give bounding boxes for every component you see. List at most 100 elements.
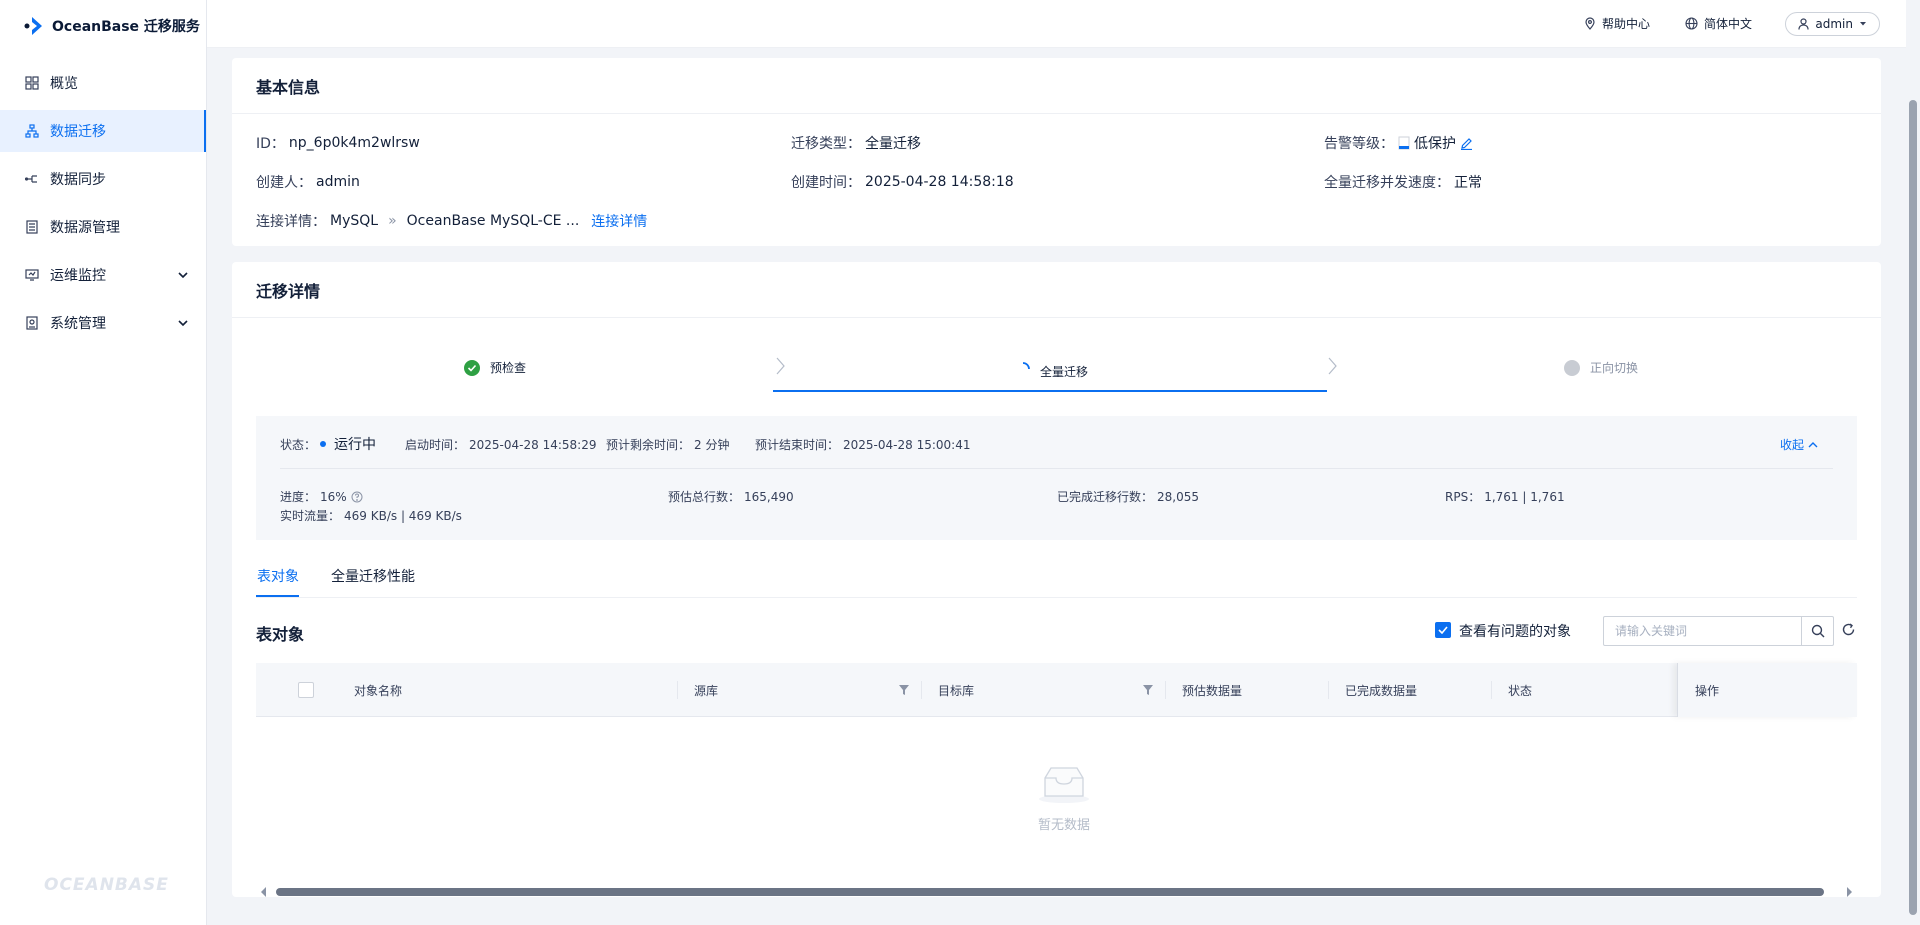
column-completed-data[interactable]: 已完成数据量 [1345, 682, 1417, 699]
step-precheck[interactable]: 预检查 [464, 359, 526, 376]
empty-state: 暂无数据 [1034, 764, 1094, 833]
source-db: MySQL [330, 213, 379, 229]
column-actions: 操作 [1695, 684, 1720, 698]
sidebar-item-label: 概览 [50, 76, 78, 92]
table-objects-title: 表对象 [256, 625, 305, 644]
monitor-icon [24, 267, 40, 283]
user-menu-button[interactable]: admin [1785, 12, 1880, 36]
task-id: ID： np_6p0k4m2wlrsw [256, 135, 420, 152]
chevron-right-icon [1328, 357, 1337, 375]
check-circle-icon [464, 359, 480, 376]
sidebar-item-datasource[interactable]: 数据源管理 [0, 206, 206, 248]
check-icon [1438, 626, 1448, 634]
column-estimated-data[interactable]: 预估数据量 [1182, 682, 1242, 699]
top-header: 帮助中心 简体中文 admin [207, 0, 1920, 48]
active-step-indicator [773, 390, 1327, 392]
sidebar-item-label: 系统管理 [50, 316, 106, 332]
column-object-name[interactable]: 对象名称 [354, 682, 402, 699]
problem-objects-label[interactable]: 查看有问题的对象 [1459, 621, 1571, 641]
problem-objects-checkbox[interactable] [1435, 622, 1451, 638]
empty-inbox-icon [1039, 767, 1089, 803]
connection-details-link[interactable]: 连接详情 [591, 211, 647, 231]
caret-down-icon [1860, 22, 1866, 26]
user-name: admin [1815, 17, 1853, 31]
app-logo[interactable]: OceanBase 迁移服务 [0, 0, 206, 52]
concurrency-speed: 全量迁移并发速度： 正常 [1324, 175, 1482, 191]
database-icon [24, 219, 40, 235]
search-button[interactable] [1801, 617, 1833, 645]
run-status: 状态： 运行中 [280, 437, 377, 453]
filter-icon[interactable] [898, 684, 910, 696]
grid-icon [24, 75, 40, 91]
horizontal-scrollbar[interactable] [256, 884, 1857, 898]
sidebar-item-data-migration[interactable]: 数据迁移 [0, 110, 206, 152]
arrow-icon: » [388, 213, 397, 229]
sidebar-item-ops-monitor[interactable]: 运维监控 [0, 254, 206, 296]
alert-level-icon [1398, 136, 1410, 150]
logo-icon [24, 17, 42, 35]
column-target-db[interactable]: 目标库 [938, 682, 974, 699]
tabs-divider [256, 597, 1857, 598]
column-source-db[interactable]: 源库 [694, 682, 718, 699]
scroll-left-icon[interactable] [260, 887, 268, 897]
status-panel: 状态： 运行中 启动时间： 2025-04-28 14:58:29 预计剩余时间：… [256, 416, 1857, 540]
filter-icon[interactable] [1142, 684, 1154, 696]
empty-text: 暂无数据 [1037, 818, 1090, 833]
refresh-button[interactable] [1841, 622, 1856, 641]
sidebar-item-overview[interactable]: 概览 [0, 62, 206, 104]
active-tab-indicator [256, 595, 299, 597]
sidebar-item-system[interactable]: 系统管理 [0, 302, 206, 344]
column-divider [677, 681, 678, 699]
migration-details-title: 迁移详情 [232, 262, 1881, 318]
brand-watermark: OCEANBASE [44, 875, 169, 895]
help-icon[interactable] [351, 491, 363, 503]
connection-details: 连接详情： MySQL » OceanBase MySQL-CE ... 连接详… [256, 211, 648, 231]
remaining-time: 预计剩余时间： 2 分钟 [606, 438, 730, 452]
chevron-right-icon [776, 357, 785, 375]
table-header: 对象名称 源库 目标库 预估数据量 已完成数据量 状态 操作 [256, 663, 1857, 717]
scroll-right-icon[interactable] [1845, 887, 1853, 897]
help-center-link[interactable]: 帮助中心 [1584, 15, 1650, 32]
tab-table-objects[interactable]: 表对象 [257, 566, 299, 586]
progress: 进度： 16% [280, 488, 363, 505]
column-divider [1165, 681, 1166, 699]
collapse-button[interactable]: 收起 [1780, 436, 1818, 453]
realtime-traffic: 实时流量： 469 KB/s | 469 KB/s [280, 508, 462, 524]
vertical-scroll-thumb[interactable] [1909, 100, 1917, 915]
step-forward-switch[interactable]: 正向切换 [1564, 359, 1638, 376]
user-icon [1798, 18, 1809, 30]
completed-rows: 已完成迁移行数： 28,055 [1057, 489, 1200, 505]
globe-icon [1685, 17, 1698, 30]
edit-icon[interactable] [1460, 137, 1473, 150]
fixed-action-column: 操作 [1677, 663, 1857, 717]
status-dot [320, 441, 327, 447]
system-icon [24, 315, 40, 331]
language-label: 简体中文 [1704, 17, 1753, 31]
sidebar: OceanBase 迁移服务 概览 数据迁移 数据同步 数据源管理 运维监控 系… [0, 0, 207, 925]
loading-spinner-icon [1022, 361, 1030, 369]
basic-info-title: 基本信息 [232, 58, 1881, 114]
language-switch[interactable]: 简体中文 [1685, 15, 1752, 32]
location-pin-icon [1585, 17, 1595, 30]
tab-full-migration-performance[interactable]: 全量迁移性能 [331, 566, 415, 586]
rps: RPS： 1,761 | 1,761 [1445, 489, 1565, 505]
migration-type: 迁移类型： 全量迁移 [791, 136, 921, 152]
start-time: 启动时间： 2025-04-28 14:58:29 [405, 437, 597, 453]
vertical-scrollbar[interactable] [1906, 0, 1920, 925]
status-divider [280, 468, 1833, 469]
sidebar-item-label: 运维监控 [50, 268, 106, 284]
select-all-checkbox[interactable] [298, 682, 314, 698]
column-divider [921, 681, 922, 699]
sidebar-item-label: 数据迁移 [50, 124, 106, 140]
column-status[interactable]: 状态 [1508, 682, 1532, 699]
step-full-migration[interactable]: 全量迁移 [1016, 357, 1088, 380]
estimated-end-time: 预计结束时间： 2025-04-28 15:00:41 [755, 437, 971, 453]
horizontal-scroll-thumb[interactable] [276, 888, 1824, 896]
target-db: OceanBase MySQL-CE ... [406, 213, 580, 229]
estimated-total-rows: 预估总行数： 165,490 [668, 489, 794, 505]
help-center-label: 帮助中心 [1602, 17, 1651, 31]
pending-circle-icon [1564, 359, 1580, 376]
sidebar-item-label: 数据源管理 [50, 220, 120, 236]
sidebar-item-data-sync[interactable]: 数据同步 [0, 158, 206, 200]
search-input[interactable] [1604, 617, 1800, 645]
